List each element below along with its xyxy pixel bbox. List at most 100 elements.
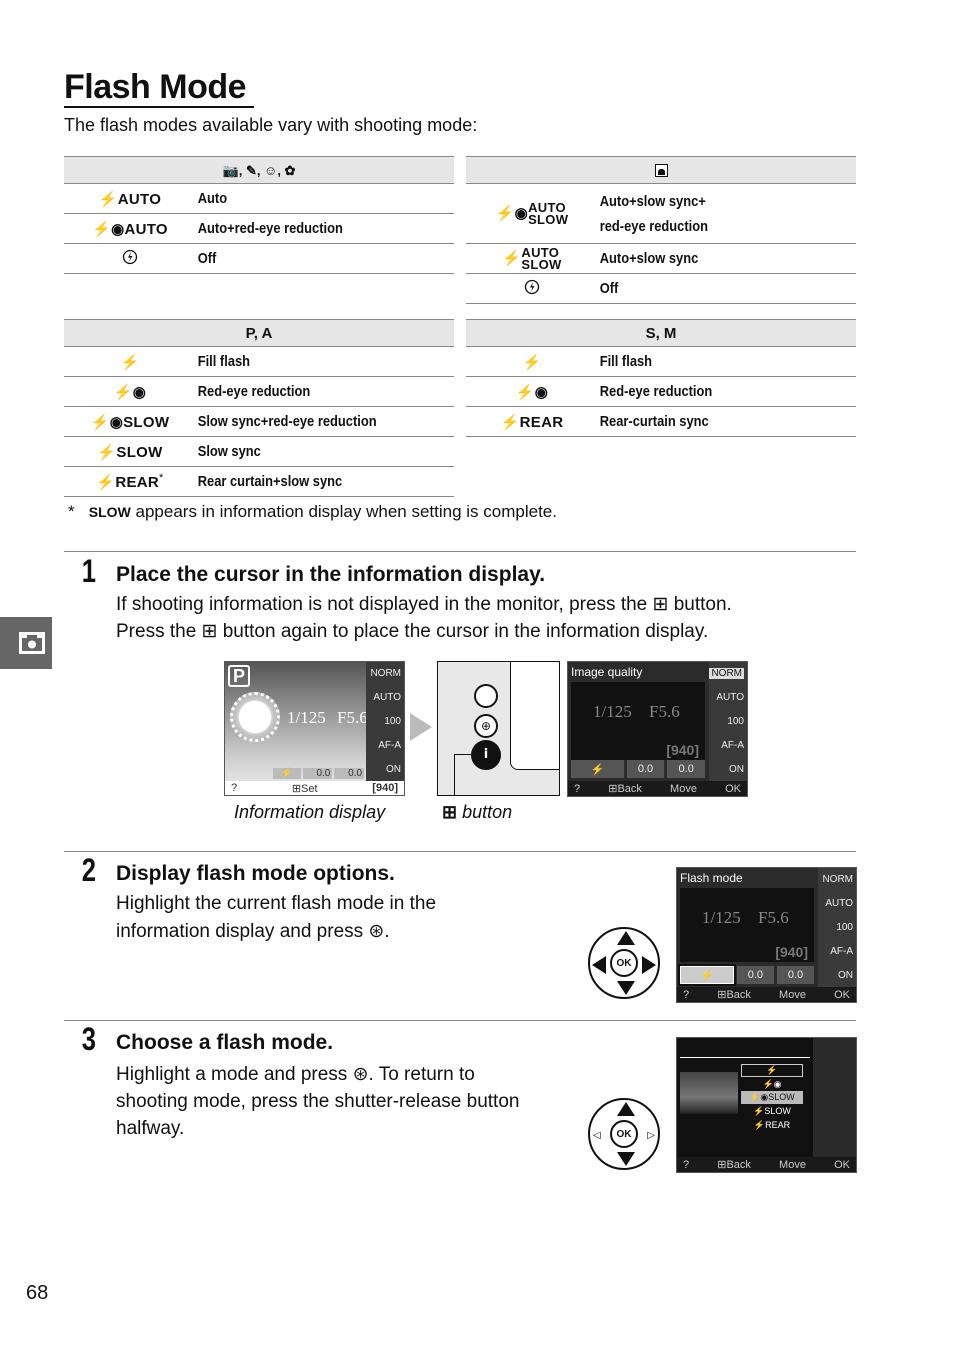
up-arrow-icon [617, 1102, 635, 1116]
multi-selector[interactable]: OK [588, 927, 660, 999]
row-label-line2: red-eye reduction [599, 217, 708, 235]
page-title: Flash Mode [64, 68, 255, 108]
row-label: Slow sync+red-eye reduction [196, 406, 418, 437]
ok-button[interactable]: OK [610, 1120, 638, 1148]
row-label: Rear-curtain sync [598, 406, 820, 437]
down-arrow-icon [617, 981, 635, 995]
left-arrow-outline-icon: ◁ [593, 1130, 601, 1141]
sample-photo [680, 1072, 738, 1114]
step-text-line1: Highlight a mode and press ⊛. To return … [116, 1064, 475, 1085]
divider [64, 851, 856, 852]
row-label: Auto+slow sync+ red-eye reduction [598, 183, 820, 244]
flash-option-selected[interactable]: ⚡◉SLOW [741, 1091, 803, 1104]
shots-remaining: [940] [666, 742, 699, 758]
row-label: Red-eye reduction [196, 376, 418, 407]
table-row: ⚡◉AUTO SLOW Auto+slow sync+ red-eye reduct… [466, 183, 856, 244]
menu-panel: ⚡ ⚡◉ ⚡◉SLOW ⚡SLOW ⚡REAR [677, 1038, 813, 1157]
callout-line [454, 754, 474, 755]
info-button-icon: i [471, 740, 501, 770]
quality-value-selected: NORM [709, 668, 744, 680]
screen-title: Flash mode [680, 871, 743, 885]
quality-value: NORM [822, 874, 853, 886]
flash-fill-icon: ⚡ [64, 346, 196, 377]
flash-off-icon [466, 273, 598, 304]
adl-value: ON [838, 969, 853, 981]
table-night-portrait: ⚡◉AUTO SLOW Auto+slow sync+ red-eye reduct… [466, 156, 856, 304]
step-title: Display flash mode options. [116, 862, 395, 885]
step-text-line2: information display and press ⊛. [116, 921, 390, 942]
right-arrow-outline-icon: ▷ [647, 1130, 655, 1141]
table-row: ⚡◉ Red-eye reduction [64, 376, 454, 407]
help-icon: ? [683, 1158, 690, 1171]
row-label: Off [598, 273, 820, 304]
caption-info-button: ⊞ button [442, 802, 512, 823]
ok-button[interactable]: OK [610, 949, 638, 977]
auto-mode-icons: 📷, ✎, ☺, ✿ [222, 162, 296, 178]
screen-preview: 1/125 F5.6 [940] [680, 888, 814, 962]
table-row: ⚡AUTO Auto [64, 183, 454, 214]
caption-text: button [457, 802, 513, 822]
flash-option[interactable]: ⚡◉ [741, 1077, 803, 1091]
shots-remaining: [940] [372, 782, 398, 794]
playback-zoom-out-icon [474, 684, 498, 708]
ok-hint: OK [834, 1158, 850, 1171]
step-text-line1: Highlight the current flash mode in the [116, 893, 437, 914]
step-text-line2: Press the ⊞ button again to place the cu… [116, 621, 709, 642]
af-mode-value: AF-A [378, 739, 401, 751]
flash-icon: ⚡ [571, 760, 624, 778]
flash-mode-selected[interactable]: ⚡ [678, 964, 736, 986]
flash-rear-icon: ⚡REAR [466, 406, 598, 437]
footnote-bold: SLOW [88, 504, 131, 520]
multi-selector[interactable]: ◁ ▷ OK [588, 1098, 660, 1170]
flash-option[interactable]: ⚡SLOW [741, 1104, 803, 1118]
help-icon: ? [231, 782, 238, 794]
flash-redeye-slow-icon: ⚡◉SLOW [64, 406, 196, 437]
table-row: ⚡◉SLOW Slow sync+red-eye reduction [64, 406, 454, 437]
dimmed-settings-column [813, 1038, 856, 1157]
intro-text: The flash modes available vary with shoo… [64, 115, 478, 135]
set-hint: ⊞Set [291, 782, 318, 795]
table-header-night-portrait [466, 156, 856, 184]
adl-value: ON [386, 763, 401, 775]
screen-status-bar: ? ⊞Back Move OK [568, 781, 747, 796]
aperture-value: F5.6 [649, 702, 680, 721]
adl-value: ON [729, 763, 744, 775]
step-number: 1 [81, 553, 97, 589]
flash-option[interactable]: ⚡ [741, 1064, 803, 1077]
quality-value: NORM [370, 668, 401, 680]
table-row: ⚡SLOW Slow sync [64, 436, 454, 467]
screen-title: Image quality [571, 665, 643, 679]
back-hint: ⊞Back [717, 1159, 751, 1171]
flash-option[interactable]: ⚡REAR [741, 1118, 803, 1132]
mode-indicator: P [228, 665, 250, 687]
info-display-screen: P 1/125 F5.6 NORM AUTO 100 AF-A ON ⚡ 0.0… [224, 661, 405, 796]
shutter-speed: 1/125 [593, 702, 632, 721]
step-text-line1: If shooting information is not displayed… [116, 594, 732, 615]
flash-mode-screen-1: Flash mode 1/125 F5.6 [940] ⚡ 0.0 0.0 NO… [676, 867, 857, 1003]
flash-redeye-icon: ⚡◉ [466, 376, 598, 407]
row-label: Auto+red-eye reduction [196, 213, 418, 244]
iso-value: 100 [384, 715, 401, 727]
step-title: Place the cursor in the information disp… [116, 563, 546, 586]
settings-column: NORM AUTO 100 AF-A ON [709, 662, 747, 781]
monitor-outline [510, 662, 559, 770]
info-button-icon: ⊞ [442, 802, 458, 822]
table-header-s-m: S, M [466, 319, 856, 347]
table-header-auto-modes: 📷, ✎, ☺, ✿ [64, 156, 454, 184]
step-text-line2: shooting mode, press the shutter-release… [116, 1091, 520, 1112]
wb-value: AUTO [825, 898, 853, 910]
flash-slow-icon: ⚡SLOW [64, 436, 196, 467]
flash-mode-screen-2: Flash mode ⚡ ⚡◉ ⚡◉SLOW ⚡SLOW ⚡REAR ? ⊞Ba… [676, 1037, 857, 1173]
right-arrow-icon [642, 956, 656, 974]
divider [64, 1020, 856, 1021]
table-row: Off [64, 243, 454, 274]
step-number: 3 [81, 1021, 97, 1057]
settings-column: NORM AUTO 100 AF-A ON [818, 868, 856, 987]
back-hint: ⊞Back [608, 783, 642, 795]
chapter-tab[interactable] [0, 617, 52, 669]
screen-status-bar: ? ⊞Back Move OK [677, 1157, 856, 1172]
row-label: Red-eye reduction [598, 376, 820, 407]
flash-options-list: ⚡ ⚡◉ ⚡◉SLOW ⚡SLOW ⚡REAR [741, 1064, 803, 1132]
footnote-text: appears in information display when sett… [130, 502, 557, 521]
step-title: Choose a flash mode. [116, 1031, 334, 1054]
